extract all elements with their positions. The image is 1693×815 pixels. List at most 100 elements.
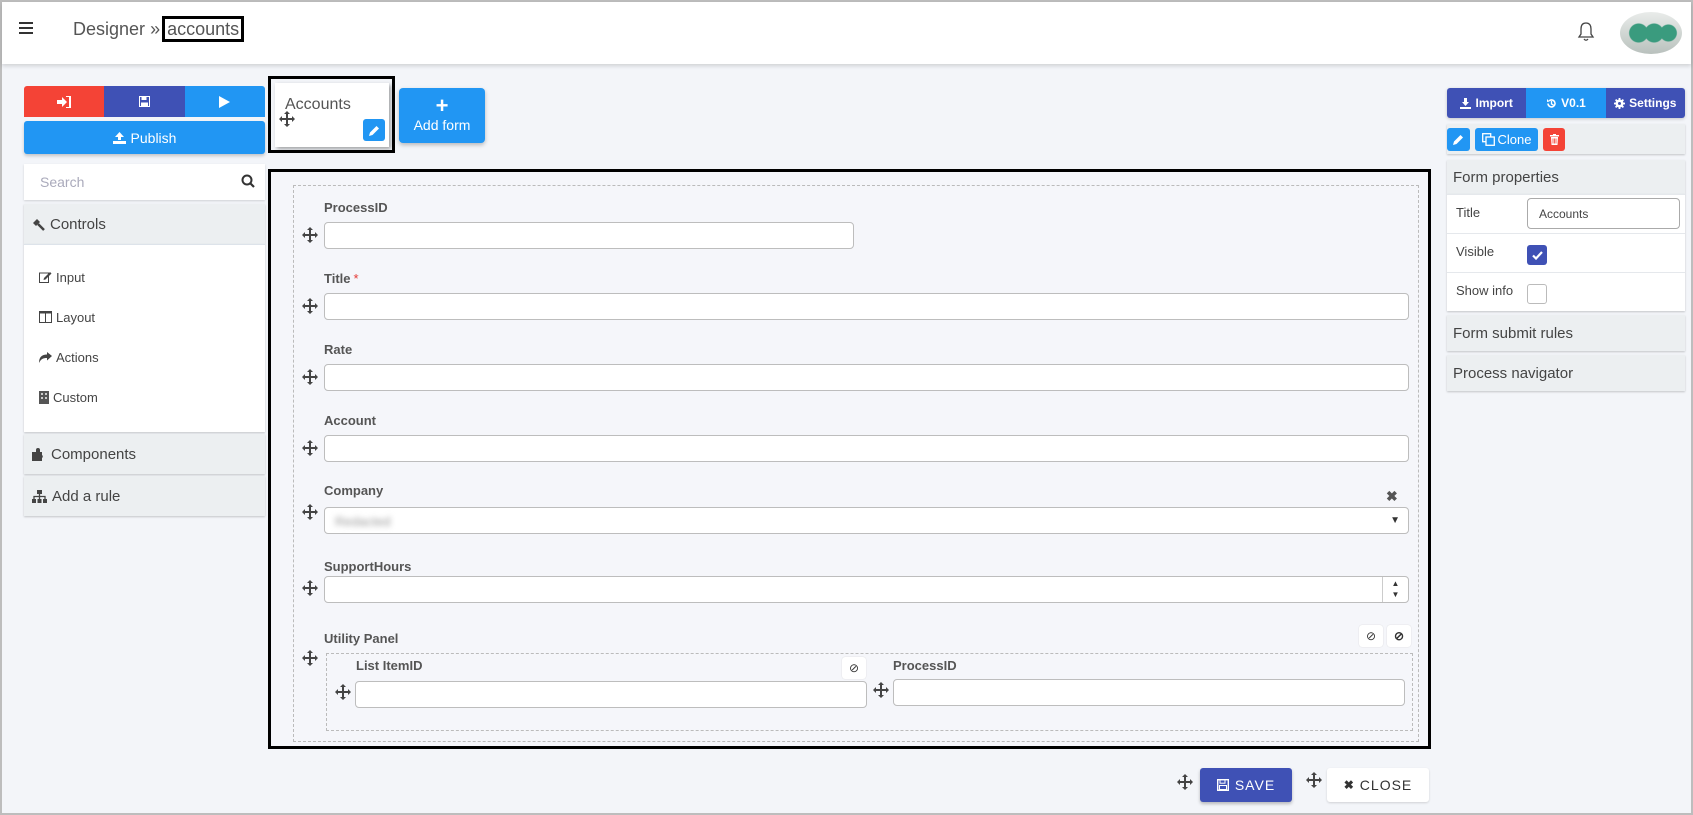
list-itemid-input[interactable] bbox=[355, 681, 867, 708]
visible-checkbox[interactable] bbox=[1527, 245, 1547, 265]
form-title-input[interactable] bbox=[1527, 198, 1680, 229]
share-icon bbox=[39, 351, 52, 363]
clear-selection-icon[interactable]: ✖ bbox=[1386, 488, 1398, 505]
eye-slash-icon: ⊘ bbox=[1365, 629, 1377, 643]
search-input[interactable] bbox=[24, 164, 224, 200]
move-icon[interactable] bbox=[302, 298, 318, 314]
clone-button[interactable]: Clone bbox=[1475, 127, 1538, 151]
plus-icon: + bbox=[435, 93, 449, 118]
utility-panel-container: List ItemID ⊘ ProcessID bbox=[326, 653, 1413, 731]
field-label: Rate bbox=[324, 342, 353, 357]
control-input[interactable]: Input bbox=[24, 257, 265, 297]
form-toolbar: Clone bbox=[1447, 124, 1685, 154]
control-custom[interactable]: Custom bbox=[24, 377, 265, 417]
top-action-buttons bbox=[24, 86, 265, 117]
number-spinner[interactable]: ▲ ▼ bbox=[1382, 577, 1408, 602]
field-processid: ProcessID bbox=[294, 200, 1394, 260]
move-icon[interactable] bbox=[1177, 774, 1193, 790]
field-company: Company ✖ Redacted ▼ bbox=[294, 483, 1409, 543]
components-section-header[interactable]: Components bbox=[24, 434, 265, 474]
toggle-visibility-button[interactable]: ⊘ bbox=[842, 657, 866, 679]
user-avatar[interactable] bbox=[1620, 12, 1682, 54]
import-label: Import bbox=[1475, 96, 1513, 110]
move-icon[interactable] bbox=[302, 650, 318, 666]
move-icon[interactable] bbox=[873, 682, 889, 698]
control-actions[interactable]: Actions bbox=[24, 337, 265, 377]
panel-processid-input[interactable] bbox=[893, 679, 1405, 706]
move-icon[interactable] bbox=[335, 684, 351, 700]
process-navigator-label: Process navigator bbox=[1453, 364, 1574, 382]
edit-icon bbox=[39, 272, 52, 283]
form-properties-header[interactable]: Form properties bbox=[1447, 160, 1685, 194]
run-button[interactable] bbox=[184, 86, 265, 117]
close-button[interactable]: ✖ CLOSE bbox=[1327, 768, 1429, 802]
hamburger-icon[interactable] bbox=[19, 22, 33, 36]
save-label: SAVE bbox=[1234, 777, 1276, 793]
controls-section-header[interactable]: Controls bbox=[24, 204, 265, 244]
add-form-button[interactable]: + Add form bbox=[399, 88, 485, 143]
breadcrumb-root[interactable]: Designer bbox=[73, 19, 145, 39]
processid-input[interactable] bbox=[324, 222, 854, 249]
control-input-label: Input bbox=[56, 269, 85, 285]
required-marker: * bbox=[353, 271, 359, 286]
company-select[interactable]: Redacted ▼ bbox=[324, 507, 1409, 534]
version-button[interactable]: V0.1 bbox=[1526, 88, 1606, 118]
field-label: Title * bbox=[324, 271, 359, 286]
edit-button[interactable] bbox=[1447, 127, 1470, 151]
close-label: CLOSE bbox=[1359, 777, 1413, 793]
search-icon[interactable] bbox=[241, 174, 255, 188]
move-icon[interactable] bbox=[1306, 772, 1322, 788]
settings-label: Settings bbox=[1629, 96, 1677, 110]
bell-icon[interactable] bbox=[1576, 21, 1596, 43]
control-layout[interactable]: Layout bbox=[24, 297, 265, 337]
prop-visible: Visible bbox=[1447, 233, 1685, 272]
chevron-down-icon: ▼ bbox=[1390, 515, 1400, 526]
move-icon[interactable] bbox=[302, 227, 318, 243]
move-icon[interactable] bbox=[302, 580, 318, 596]
settings-button[interactable]: Settings bbox=[1605, 88, 1685, 118]
edit-form-button[interactable] bbox=[363, 119, 385, 141]
field-title: Title * bbox=[294, 271, 1409, 331]
utility-panel: Utility Panel ⊘ ⊘ List ItemID ⊘ ProcessI… bbox=[294, 625, 1413, 741]
clone-label: Clone bbox=[1497, 131, 1532, 147]
toggle-visibility-button[interactable]: ⊘ bbox=[1359, 625, 1383, 647]
field-label: Account bbox=[324, 413, 376, 428]
form-canvas: ProcessID Title* Rate Account Company ✖ bbox=[268, 169, 1431, 749]
show-info-checkbox[interactable] bbox=[1527, 284, 1547, 304]
control-search bbox=[24, 164, 265, 200]
move-icon[interactable] bbox=[302, 504, 318, 520]
field-account: Account bbox=[294, 413, 1409, 473]
version-label: V0.1 bbox=[1561, 96, 1586, 110]
eye-slash-icon: ⊘ bbox=[848, 661, 860, 675]
import-button[interactable]: Import bbox=[1447, 88, 1527, 118]
move-icon[interactable] bbox=[302, 369, 318, 385]
add-rule-section-header[interactable]: Add a rule bbox=[24, 476, 265, 516]
control-layout-label: Layout bbox=[56, 309, 96, 325]
publish-button[interactable]: Publish bbox=[24, 121, 265, 154]
company-select-value: Redacted bbox=[335, 514, 391, 529]
save-button[interactable]: SAVE bbox=[1200, 768, 1292, 802]
breadcrumb-separator: » bbox=[150, 19, 161, 39]
disable-button[interactable]: ⊘ bbox=[1387, 625, 1411, 647]
form-tab-accounts[interactable]: Accounts bbox=[275, 83, 389, 147]
ban-icon: ⊘ bbox=[1393, 629, 1405, 643]
delete-button[interactable] bbox=[1543, 127, 1565, 151]
rate-input[interactable] bbox=[324, 364, 1409, 391]
add-rule-label: Add a rule bbox=[52, 487, 121, 505]
title-input[interactable] bbox=[324, 293, 1409, 320]
move-icon[interactable] bbox=[302, 440, 318, 456]
save-draft-button[interactable] bbox=[104, 86, 185, 117]
supporthours-input[interactable]: ▲ ▼ bbox=[324, 576, 1409, 603]
close-icon: ✖ bbox=[1343, 778, 1355, 792]
move-icon[interactable] bbox=[279, 111, 295, 127]
puzzle-icon bbox=[32, 447, 43, 461]
exit-button[interactable] bbox=[24, 86, 105, 117]
form-properties-panel: Title Visible Show info bbox=[1447, 194, 1685, 311]
prop-title: Title bbox=[1447, 194, 1685, 233]
components-label: Components bbox=[51, 445, 137, 463]
form-submit-rules-header[interactable]: Form submit rules bbox=[1447, 315, 1685, 351]
process-navigator-header[interactable]: Process navigator bbox=[1447, 355, 1685, 391]
account-input[interactable] bbox=[324, 435, 1409, 462]
field-label: List ItemID bbox=[356, 658, 423, 673]
form-tab-selected: Accounts bbox=[268, 76, 395, 153]
